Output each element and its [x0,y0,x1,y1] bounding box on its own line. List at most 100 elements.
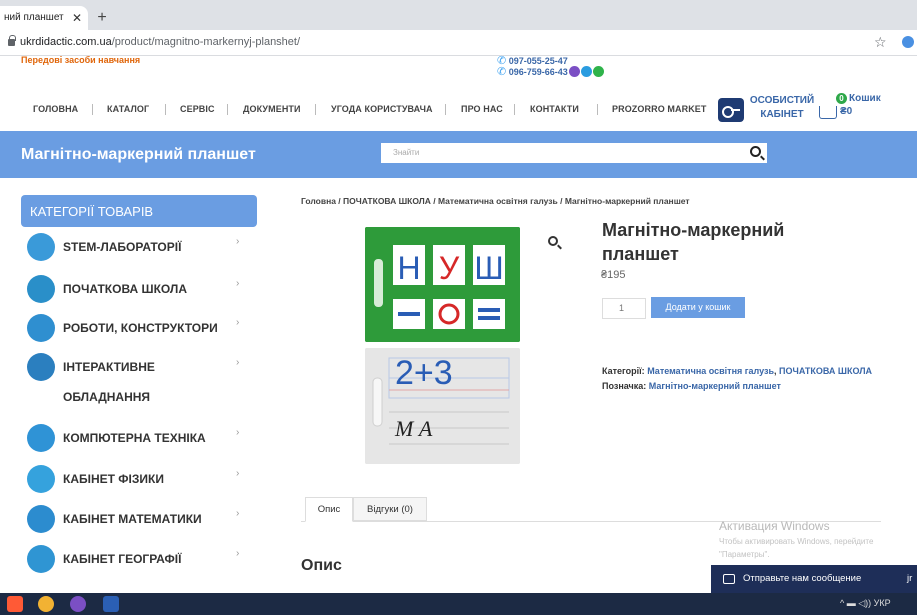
category-physics[interactable]: КАБІНЕТ ФІЗИКИ › [21,464,257,494]
image-math-text: 2+3 [395,354,453,392]
account-line-1: ОСОБИСТИЙ [749,95,815,106]
chrome-taskbar-icon[interactable] [38,596,54,612]
powerpoint-taskbar-icon[interactable] [7,596,23,612]
tab-description[interactable]: Опис [305,497,353,522]
account-line-2: КАБІНЕТ [760,109,804,120]
tag-label: Позначка: [602,381,647,391]
globe-icon [27,545,55,573]
chevron-right-icon: › [236,278,240,289]
viber-taskbar-icon[interactable] [70,596,86,612]
category-robots[interactable]: РОБОТИ, КОНСТРУКТОРИ › [21,313,257,343]
description-heading: Опис [301,557,342,574]
product-price: ₴195 [601,269,626,281]
search-icon[interactable] [750,146,761,157]
nav-documents[interactable]: ДОКУМЕНТИ [243,104,301,114]
nav-divider [92,104,93,115]
whatsapp-icon[interactable] [592,66,604,77]
lock-icon[interactable] [8,35,16,46]
primary-school-icon [27,275,55,303]
telegram-icon[interactable] [580,66,592,77]
category-interactive[interactable]: ІНТЕРАКТИВНЕ ОБЛАДНАННЯ › [21,353,257,411]
category-geography[interactable]: КАБІНЕТ ГЕОГРАФІЇ › [21,544,257,574]
bookmark-star-icon[interactable]: ☆ [874,34,887,51]
add-to-cart-button[interactable]: Додати у кошик [651,297,745,318]
chevron-right-icon: › [236,357,240,368]
category-label: STEM-ЛАБОРАТОРІЇ [63,240,182,254]
nav-contacts[interactable]: КОНТАКТИ [530,104,579,114]
category-link-2[interactable]: ПОЧАТКОВА ШКОЛА [779,366,872,376]
tag-link[interactable]: Магнітно-маркерний планшет [649,381,781,391]
math-icon [27,505,55,533]
interactive-equipment-icon [27,353,55,381]
cart-total[interactable]: ₴0 [840,106,852,117]
image-tablet-letters: Н У Ш [365,227,520,342]
category-label: КАБІНЕТ ФІЗИКИ [63,472,164,486]
breadcrumb[interactable]: Головна / ПОЧАТКОВА ШКОЛА / Математична … [301,196,690,206]
tab-close-icon[interactable]: ✕ [69,6,85,30]
site-tagline: Передові засоби навчання [21,55,141,65]
category-link-1[interactable]: Математична освітня галузь [647,366,774,376]
tab-title: ний планшет [4,12,64,23]
chat-widget[interactable]: Отправьте нам сообщение jr [711,565,917,593]
system-tray[interactable]: ^ ▬ ◁)) УКР [840,598,891,609]
url-host: ukrdidactic.com.ua [20,36,112,48]
cart-icon[interactable] [819,106,837,119]
nav-catalog[interactable]: КАТАЛОГ [107,104,149,114]
nav-divider [315,104,316,115]
computer-icon [27,424,55,452]
phone-2-text: 096-759-66-43 [508,67,568,77]
chevron-right-icon: › [236,427,240,438]
category-label: КОМПЮТЕРНА ТЕХНІКА [63,431,206,445]
category-math[interactable]: КАБІНЕТ МАТЕМАТИКИ › [21,504,257,534]
nav-about[interactable]: ПРО НАС [461,104,503,114]
category-label: ІНТЕРАКТИВНЕ [63,360,155,374]
stem-lab-icon [27,233,55,261]
product-image[interactable]: Н У Ш 2+3 М А [365,227,520,464]
page-title: Магнітно-маркерний планшет [21,146,256,163]
quantity-input[interactable]: 1 [602,298,646,319]
url-text[interactable]: ukrdidactic.com.ua/product/magnitno-mark… [20,36,300,48]
chat-label: Отправьте нам сообщение [743,573,862,584]
category-label: КАБІНЕТ МАТЕМАТИКИ [63,512,202,526]
nav-prozorro[interactable]: PROZORRO MARKET [612,104,707,114]
viber-icon[interactable] [568,66,580,77]
word-taskbar-icon[interactable] [103,596,119,612]
nav-divider [514,104,515,115]
nav-divider [445,104,446,115]
zoom-icon[interactable] [548,236,558,246]
category-primary-school[interactable]: ПОЧАТКОВА ШКОЛА › [21,274,257,304]
windows-taskbar: ^ ▬ ◁)) УКР [0,593,917,615]
windows-activation-text: Чтобы активировать Windows, перейдите [719,537,874,546]
key-icon[interactable] [718,98,744,122]
category-label: РОБОТИ, КОНСТРУКТОРИ [63,321,218,335]
chat-icon [723,574,735,584]
new-tab-button[interactable]: + [93,6,111,30]
phone-icon: ✆ [497,66,507,78]
robots-icon [27,314,55,342]
search-input[interactable]: Знайти [381,143,767,163]
phone-number-2[interactable]: ✆ 096-759-66-43 [497,65,604,78]
browser-tabbar: ний планшет ✕ + [0,0,917,30]
image-tablet-writing: 2+3 М А [365,348,520,464]
category-stem[interactable]: STEM-ЛАБОРАТОРІЇ › [21,232,257,262]
windows-activation-text-2: "Параметры". [719,550,770,559]
nav-service[interactable]: СЕРВІС [180,104,215,114]
cart-label[interactable]: Кошик [849,93,881,104]
windows-activation-title: Активация Windows [719,519,830,533]
product-meta: Категорії: Математична освітня галузь, П… [602,364,884,394]
nav-user-agreement[interactable]: УГОДА КОРИСТУВАЧА [331,104,433,114]
image-letter-2: У [439,250,460,286]
tab-reviews[interactable]: Відгуки (0) [353,497,427,521]
nav-divider [597,104,598,115]
chevron-right-icon: › [236,548,240,559]
account-link[interactable]: ОСОБИСТИЙ КАБІНЕТ [748,94,816,122]
categories-heading: КАТЕГОРІЇ ТОВАРІВ [21,195,257,227]
category-computers[interactable]: КОМПЮТЕРНА ТЕХНІКА › [21,423,257,453]
url-path: /product/magnitno-markernyj-planshet/ [111,36,301,48]
nav-home[interactable]: ГОЛОВНА [33,104,78,114]
extension-icon[interactable] [902,36,914,48]
chevron-right-icon: › [236,468,240,479]
address-bar[interactable]: ukrdidactic.com.ua/product/magnitno-mark… [0,30,917,56]
chevron-right-icon: › [236,236,240,247]
category-label: КАБІНЕТ ГЕОГРАФІЇ [63,552,182,566]
